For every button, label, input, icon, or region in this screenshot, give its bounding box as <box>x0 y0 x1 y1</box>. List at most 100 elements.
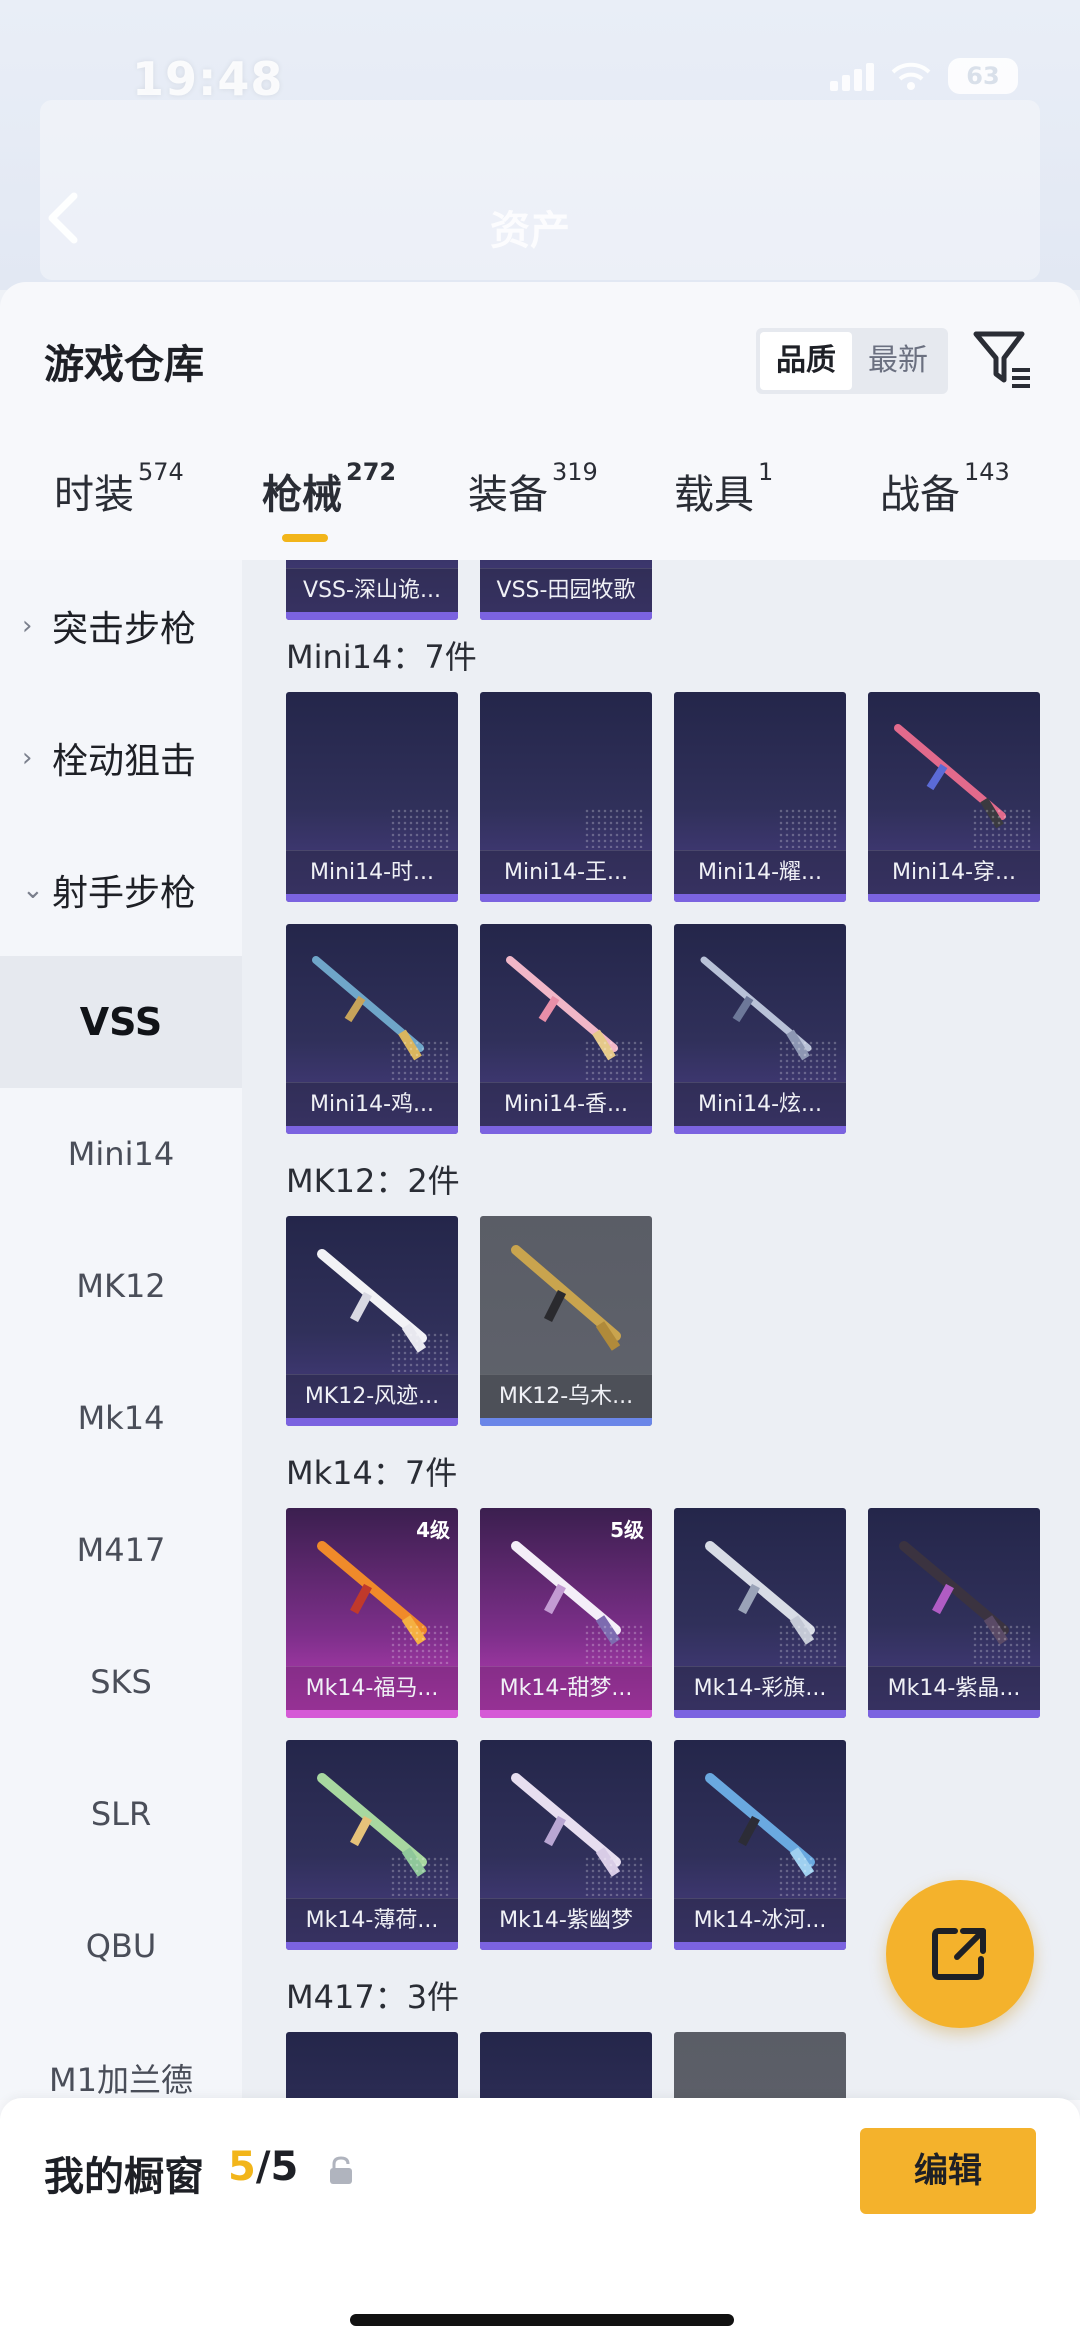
rarity-bar <box>286 1418 458 1426</box>
skin-card[interactable]: Mk14-彩旗... <box>674 1508 846 1718</box>
rifle-icon <box>511 1245 621 1351</box>
skin-name: Mk14-紫幽梦 <box>480 1898 652 1942</box>
tab-vehicles[interactable]: 载具 1 <box>674 458 773 520</box>
share-button[interactable] <box>886 1880 1034 2028</box>
back-button[interactable] <box>44 190 88 250</box>
card-pattern <box>778 808 838 848</box>
skin-card[interactable] <box>674 2032 846 2100</box>
rarity-bar <box>480 1710 652 1718</box>
skin-card[interactable]: Mk14-冰河... <box>674 1740 846 1950</box>
rarity-bar <box>286 612 458 620</box>
skin-name: Mk14-彩旗... <box>674 1666 846 1710</box>
sort-toggle: 品质 最新 <box>756 328 948 394</box>
skin-name: VSS-深山诡... <box>286 568 458 612</box>
category-label: 突击步枪 <box>52 609 197 650</box>
tab-fashion[interactable]: 时装 574 <box>54 458 184 520</box>
showcase-count: 5/5 <box>228 2144 298 2190</box>
wifi-icon <box>890 61 932 91</box>
skin-card[interactable]: VSS-田园牧歌 <box>480 560 652 620</box>
rarity-bar <box>674 894 846 902</box>
card-pattern <box>778 1856 838 1896</box>
group-title-mk14: Mk14：7件 <box>286 1454 458 1492</box>
showcase-total: /5 <box>255 2144 299 2190</box>
edit-button[interactable]: 编辑 <box>860 2128 1036 2214</box>
card-pattern <box>778 1040 838 1080</box>
skin-card[interactable]: Mini14-时... <box>286 692 458 902</box>
chevron-right-icon: › <box>22 611 33 641</box>
skin-card[interactable]: MK12-风迹... <box>286 1216 458 1426</box>
skin-name: Mk14-甜梦... <box>480 1666 652 1710</box>
status-icons: 63 <box>830 58 1018 94</box>
skin-card[interactable]: Mini14-穿... <box>868 692 1040 902</box>
tab-equipment[interactable]: 装备 319 <box>468 458 598 520</box>
skin-card[interactable]: Mk14-紫幽梦 <box>480 1740 652 1950</box>
card-pattern <box>390 1332 450 1372</box>
subcategory-qbu[interactable]: QBU <box>0 1880 242 2012</box>
card-pattern <box>390 808 450 848</box>
rarity-bar <box>674 1942 846 1950</box>
chevron-right-icon: › <box>22 743 33 773</box>
skin-card[interactable]: MK12-乌木... <box>480 1216 652 1426</box>
card-pattern <box>390 1040 450 1080</box>
subcategory-slr[interactable]: SLR <box>0 1748 242 1880</box>
subcategory-mini14[interactable]: Mini14 <box>0 1088 242 1220</box>
skin-name: Mk14-冰河... <box>674 1898 846 1942</box>
card-pattern <box>390 1624 450 1664</box>
skin-card[interactable]: Mini14-香... <box>480 924 652 1134</box>
skin-name: Mk14-薄荷... <box>286 1898 458 1942</box>
skin-card[interactable]: Mk14-薄荷... <box>286 1740 458 1950</box>
tab-firearms[interactable]: 枪械 272 <box>262 458 396 520</box>
top-header: 19:48 63 资产 <box>0 0 1080 290</box>
skin-card[interactable]: Mini14-鸡... <box>286 924 458 1134</box>
rarity-bar <box>480 612 652 620</box>
category-assault-rifle[interactable]: › 突击步枪 <box>0 560 242 692</box>
home-indicator <box>350 2314 734 2326</box>
skin-card[interactable]: Mini14-耀... <box>674 692 846 902</box>
rarity-bar <box>868 1710 1040 1718</box>
sort-quality-option[interactable]: 品质 <box>760 332 852 390</box>
rarity-bar <box>286 1710 458 1718</box>
skin-name: Mini14-耀... <box>674 850 846 894</box>
rarity-bar <box>674 1126 846 1134</box>
skin-card[interactable]: 5级 Mk14-甜梦... <box>480 1508 652 1718</box>
skin-card[interactable]: VSS-深山诡... <box>286 560 458 620</box>
card-pattern <box>584 1624 644 1664</box>
rarity-bar <box>286 1942 458 1950</box>
skin-name: Mk14-紫晶... <box>868 1666 1040 1710</box>
subcategory-vss[interactable]: VSS <box>0 956 242 1088</box>
skin-card[interactable]: Mini14-炫... <box>674 924 846 1134</box>
card-pattern <box>584 1040 644 1080</box>
skin-card[interactable]: 4级 Mk14-福马... <box>286 1508 458 1718</box>
group-title-mk12: MK12：2件 <box>286 1162 460 1200</box>
subcategory-sks[interactable]: SKS <box>0 1616 242 1748</box>
group-title-m417: M417：3件 <box>286 1978 460 2016</box>
category-label: 栓动狙击 <box>52 741 197 782</box>
lock-icon <box>330 2156 352 2184</box>
category-bolt-sniper[interactable]: › 栓动狙击 <box>0 692 242 824</box>
subcategory-mk12[interactable]: MK12 <box>0 1220 242 1352</box>
skin-name: VSS-田园牧歌 <box>480 568 652 612</box>
skin-name: MK12-乌木... <box>480 1374 652 1418</box>
battery-icon: 63 <box>948 58 1018 94</box>
page-title: 资产 <box>490 208 570 254</box>
skin-name: Mini14-时... <box>286 850 458 894</box>
skin-card[interactable]: Mini14-王... <box>480 692 652 902</box>
card-pattern <box>778 1624 838 1664</box>
skin-card[interactable] <box>286 2032 458 2100</box>
subcategory-mk14[interactable]: Mk14 <box>0 1352 242 1484</box>
filter-icon[interactable] <box>972 328 1034 394</box>
sort-latest-option[interactable]: 最新 <box>852 332 944 390</box>
signal-icon <box>830 61 874 91</box>
skin-card[interactable]: Mk14-紫晶... <box>868 1508 1040 1718</box>
skin-name: Mini14-王... <box>480 850 652 894</box>
active-tab-indicator <box>282 534 328 542</box>
chevron-down-icon: ⌄ <box>22 875 44 905</box>
category-marksman-rifle[interactable]: ⌄ 射手步枪 <box>0 824 242 956</box>
subcategory-m417[interactable]: M417 <box>0 1484 242 1616</box>
skin-name: Mk14-福马... <box>286 1666 458 1710</box>
tab-combat-gear[interactable]: 战备 143 <box>880 458 1010 520</box>
skin-name: Mini14-鸡... <box>286 1082 458 1126</box>
skin-card[interactable] <box>480 2032 652 2100</box>
skin-name: Mini14-穿... <box>868 850 1040 894</box>
rarity-bar <box>480 1418 652 1426</box>
